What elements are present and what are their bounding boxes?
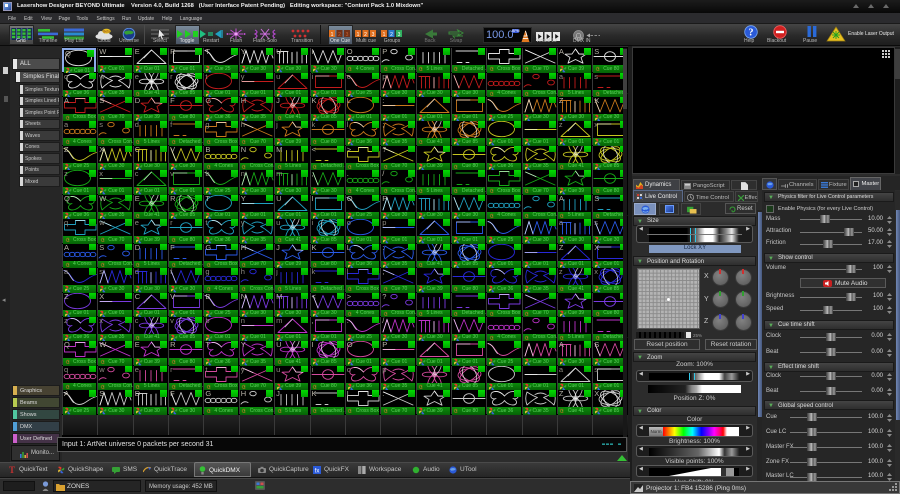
svg-text:3: 3 — [346, 32, 349, 38]
svg-text:2: 2 — [364, 32, 367, 38]
svg-text:1: 1 — [331, 32, 334, 38]
svg-text:Beta: Beta — [103, 29, 110, 33]
svg-text:3: 3 — [398, 32, 401, 38]
svg-text:2: 2 — [338, 32, 341, 38]
svg-text:3: 3 — [372, 32, 375, 38]
svg-text:1: 1 — [383, 32, 386, 38]
svg-text:?: ? — [749, 28, 754, 39]
svg-text:2: 2 — [390, 32, 393, 38]
svg-text:fx: fx — [315, 468, 320, 474]
svg-text:T: T — [9, 466, 15, 474]
svg-text:1: 1 — [357, 32, 360, 38]
